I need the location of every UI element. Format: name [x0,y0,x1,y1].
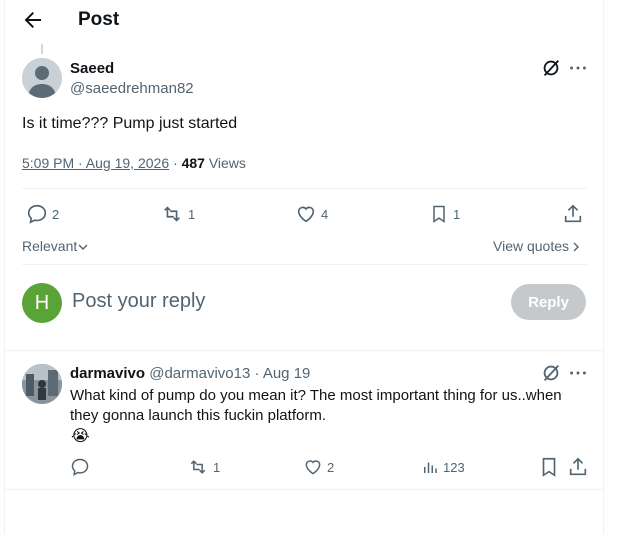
like-count: 4 [321,206,329,222]
divider [22,264,588,265]
views-count: 123 [443,459,465,475]
back-arrow-icon[interactable] [21,8,45,32]
chevron-down-icon [78,244,88,251]
timeline-column: Post Saeed @saeedrehman82 Is it time??? … [4,0,605,534]
more-icon[interactable] [567,362,589,384]
bookmark-icon [433,205,445,223]
repost-action[interactable]: 1 [187,457,220,477]
default-avatar-icon [22,58,62,98]
avatar[interactable] [22,58,62,98]
reply-count: 2 [52,206,60,222]
separator [5,350,605,351]
profile-photo [22,364,62,404]
thread-line [41,44,43,54]
reply-input[interactable] [72,290,472,313]
sort-dropdown[interactable]: Relevant [22,238,89,254]
share-icon[interactable] [562,203,584,225]
header: Post [5,0,605,40]
heart-icon [297,206,315,223]
reply-author: darmavivo @darmavivo13 · Aug 19 [70,365,310,382]
like-action[interactable]: 4 [295,203,328,225]
views-action[interactable]: 123 [421,457,465,477]
reply-text: What kind of pump do you mean it? The mo… [70,387,562,424]
repost-icon [190,460,206,474]
repost-icon [164,206,180,222]
author-name[interactable]: Saeed [70,60,114,77]
more-icon[interactable] [567,57,589,79]
reply-icon [71,458,89,476]
analytics-icon [424,462,437,473]
reply-avatar[interactable] [22,364,62,404]
view-quotes-link[interactable]: View quotes [493,238,581,254]
views-count: 487 [181,155,205,171]
post-text: Is it time??? Pump just started [22,115,238,132]
view-quotes-label: View quotes [493,238,570,254]
bookmark-icon[interactable] [538,456,560,478]
grok-icon[interactable] [540,362,562,384]
sort-label: Relevant [22,238,78,254]
reply-action[interactable]: 2 [26,203,59,225]
share-icon[interactable] [567,456,589,478]
bookmark-count: 1 [453,206,461,222]
like-count: 2 [327,459,335,475]
like-action[interactable]: 2 [303,457,334,477]
page-title: Post [78,9,120,30]
author-handle[interactable]: @saeedrehman82 [70,80,194,97]
reply-icon [27,204,47,224]
reply-author-name[interactable]: darmavivo [70,365,145,382]
timestamp-link[interactable]: 5:09 PM · Aug 19, 2026 [22,155,169,171]
repost-count: 1 [188,206,196,222]
grok-icon[interactable] [540,57,562,79]
post-meta: 5:09 PM · Aug 19, 2026 · 487 Views [22,155,246,171]
reply-button[interactable]: Reply [511,284,586,320]
views-label: Views [208,155,246,171]
repost-action[interactable]: 1 [160,203,195,225]
reply-author-handle[interactable]: @darmavivo13 [149,365,250,382]
chevron-right-icon [573,242,580,252]
separator [5,489,605,490]
divider [22,188,588,189]
crying-emoji: 😭 [71,428,90,445]
reply-date[interactable]: · Aug 19 [255,365,311,382]
bookmark-action[interactable]: 1 [429,203,460,225]
repost-count: 1 [213,459,221,475]
heart-icon [305,460,321,475]
user-avatar[interactable]: H [22,283,62,323]
reply-action[interactable] [70,457,94,477]
